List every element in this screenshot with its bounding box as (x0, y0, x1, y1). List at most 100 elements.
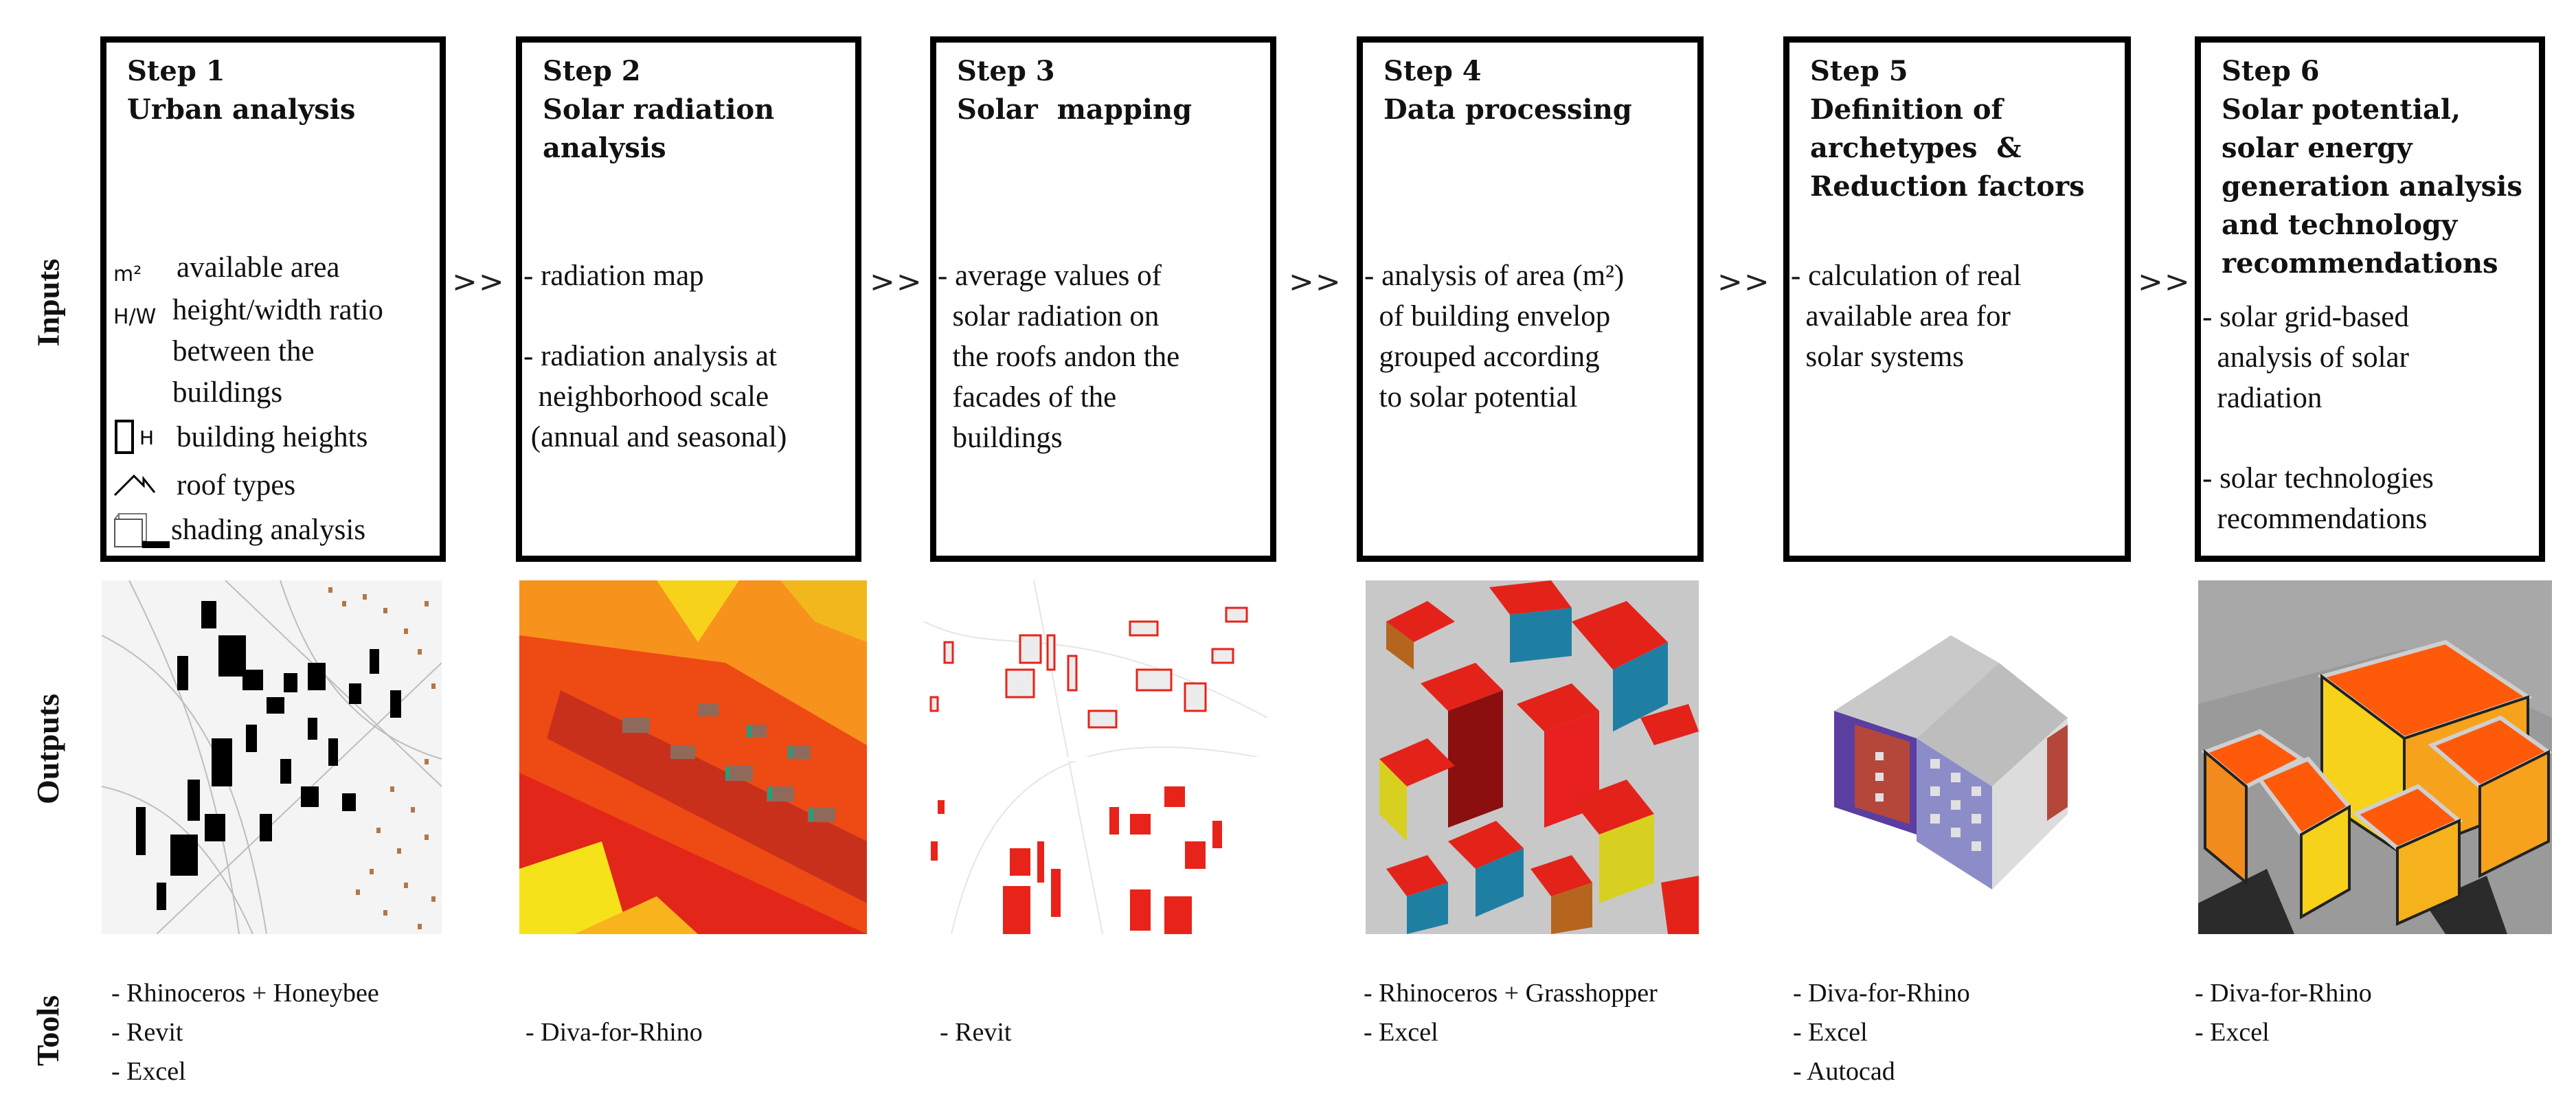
step-number: Step 1 (127, 55, 225, 87)
tool-item: - Revit (111, 1018, 183, 1047)
step-title-line: recommendations (2222, 247, 2498, 280)
input-bullet: - solar grid-based (2202, 301, 2409, 333)
step-2-title: Step 2 Solar radiation analysis (543, 52, 844, 168)
legend-text: height/width ratio (172, 294, 383, 326)
input-bullet-cont: analysis of solar (2202, 341, 2409, 374)
input-bullet: - average values of (938, 260, 1162, 292)
step-title-line: Urban analysis (127, 93, 356, 126)
step-6-box: Step 6 Solar potential, solar energy gen… (2195, 36, 2545, 562)
step-4-inputs: - analysis of area (m²) of building enve… (1364, 256, 1692, 418)
input-bullet: - solar technologies (2202, 462, 2434, 495)
arrow-3-4: >> (1289, 264, 1342, 299)
legend-text: available area (177, 251, 340, 284)
step-title-line: Reduction factors (1810, 170, 2085, 203)
step-title-line: Solar potential, (2222, 93, 2461, 126)
input-bullet-cont: the roofs andon the (938, 341, 1180, 373)
svg-text:H: H (139, 427, 154, 449)
step-4-title: Step 4 Data processing (1383, 52, 1686, 129)
step-5-box: Step 5 Definition of archetypes & Reduct… (1783, 36, 2131, 562)
tool-item: - Excel (1793, 1018, 1868, 1047)
input-bullet: - calculation of real (1791, 260, 2022, 292)
step-5-title: Step 5 Definition of archetypes & Reduct… (1810, 52, 2114, 206)
tool-item: - Excel (111, 1057, 186, 1086)
step-2-box: Step 2 Solar radiation analysis - radiat… (516, 36, 861, 562)
step-2-tools: - Diva-for-Rhino (526, 1013, 703, 1052)
radiation-map-image (519, 580, 867, 934)
step-3-title: Step 3 Solar mapping (957, 52, 1259, 129)
step-number: Step 6 (2222, 55, 2320, 87)
step-title-line: generation analysis (2222, 170, 2522, 203)
input-bullet: - analysis of area (m²) (1364, 260, 1625, 292)
step-1-tools: - Rhinoceros + Honeybee - Revit - Excel (111, 974, 379, 1091)
building-archetype-image (1793, 580, 2109, 934)
step-1-box: Step 1 Urban analysis m² available area … (100, 36, 446, 562)
step-title-line: Solar mapping (957, 93, 1193, 126)
step-number: Step 5 (1810, 55, 1908, 87)
legend-text: buildings (172, 376, 283, 409)
step-number: Step 2 (543, 55, 641, 87)
input-bullet-cont: neighborhood scale (523, 381, 769, 413)
tool-item: - Diva-for-Rhino (1793, 979, 1970, 1008)
m2-area-icon: m² (113, 262, 142, 286)
input-bullet-cont: recommendations (2202, 503, 2428, 535)
step-6-title: Step 6 Solar potential, solar energy gen… (2222, 52, 2528, 283)
input-bullet-cont: solar radiation on (938, 300, 1160, 332)
step-4-box: Step 4 Data processing - analysis of are… (1357, 36, 1704, 562)
envelope-3d-model-image (1366, 580, 1699, 934)
tools-label: Tools (30, 995, 66, 1066)
input-bullet-cont: facades of the (938, 381, 1117, 413)
input-bullet: - radiation map (523, 260, 704, 292)
legend-roof-types: roof types (113, 465, 295, 506)
step-title-line: analysis (543, 132, 666, 164)
legend-text: roof types (177, 469, 296, 501)
step-2-inputs: - radiation map - radiation analysis at … (523, 256, 850, 457)
step-title-line: Data processing (1383, 93, 1632, 126)
legend-available-area: m² available area (113, 247, 340, 288)
tool-item: - Excel (1364, 1018, 1438, 1047)
input-bullet-cont: radiation (2202, 382, 2323, 414)
input-bullet-cont: buildings (938, 422, 1063, 454)
step-3-box: Step 3 Solar mapping - average values of… (930, 36, 1276, 562)
step-title-line: solar energy (2222, 132, 2413, 164)
legend-text: between the (172, 335, 315, 367)
input-bullet-cont: available area for (1791, 300, 2011, 332)
step-3-inputs: - average values of solar radiation on t… (938, 256, 1265, 458)
step-4-tools: - Rhinoceros + Grasshopper - Excel (1364, 974, 1658, 1052)
input-bullet-cont: solar systems (1791, 341, 1965, 373)
legend-height-width-ratio: H/W height/width ratio between the build… (113, 290, 383, 413)
step-6-inputs: - solar grid-based analysis of solar rad… (2202, 297, 2533, 539)
building-height-icon: H (113, 417, 177, 458)
step-5-inputs: - calculation of real available area for… (1791, 256, 2119, 377)
input-bullet-cont: (annual and seasonal) (523, 421, 787, 453)
arrow-2-3: >> (870, 264, 923, 299)
step-number: Step 3 (957, 55, 1055, 87)
step-5-tools: - Diva-for-Rhino - Excel - Autocad (1793, 974, 1970, 1091)
input-bullet-cont: to solar potential (1364, 381, 1578, 413)
step-title-line: Solar radiation (543, 93, 775, 126)
step-3-tools: - Revit (940, 1013, 1011, 1052)
legend-building-heights: H building heights (113, 417, 368, 458)
tool-item: - Excel (2195, 1018, 2270, 1047)
roof-icon (113, 465, 177, 506)
solar-potential-3d-image (2198, 580, 2552, 934)
step-title-line: and technology (2222, 209, 2458, 241)
tool-item: - Revit (940, 1018, 1012, 1047)
tool-item: - Rhinoceros + Grasshopper (1364, 979, 1658, 1008)
tool-item: - Autocad (1793, 1057, 1895, 1086)
step-number: Step 4 (1383, 55, 1482, 87)
tool-item: - Diva-for-Rhino (2195, 979, 2372, 1008)
shading-box-icon (113, 510, 171, 551)
step-title-line: archetypes & (1810, 132, 2022, 164)
input-bullet-cont: of building envelop (1364, 300, 1611, 332)
legend-text: shading analysis (171, 514, 366, 546)
row-label-inputs: Inputs (0, 199, 96, 405)
tool-item: - Rhinoceros + Honeybee (111, 979, 379, 1008)
legend-text: building heights (177, 421, 368, 453)
legend-shading-analysis: shading analysis (113, 510, 365, 551)
row-label-outputs: Outputs (0, 646, 96, 852)
inputs-label: Inputs (30, 258, 66, 346)
input-bullet-cont: grouped according (1364, 341, 1600, 373)
step-title-line: Definition of (1810, 93, 2003, 126)
step-6-tools: - Diva-for-Rhino - Excel (2195, 974, 2372, 1052)
outputs-label: Outputs (30, 693, 66, 804)
